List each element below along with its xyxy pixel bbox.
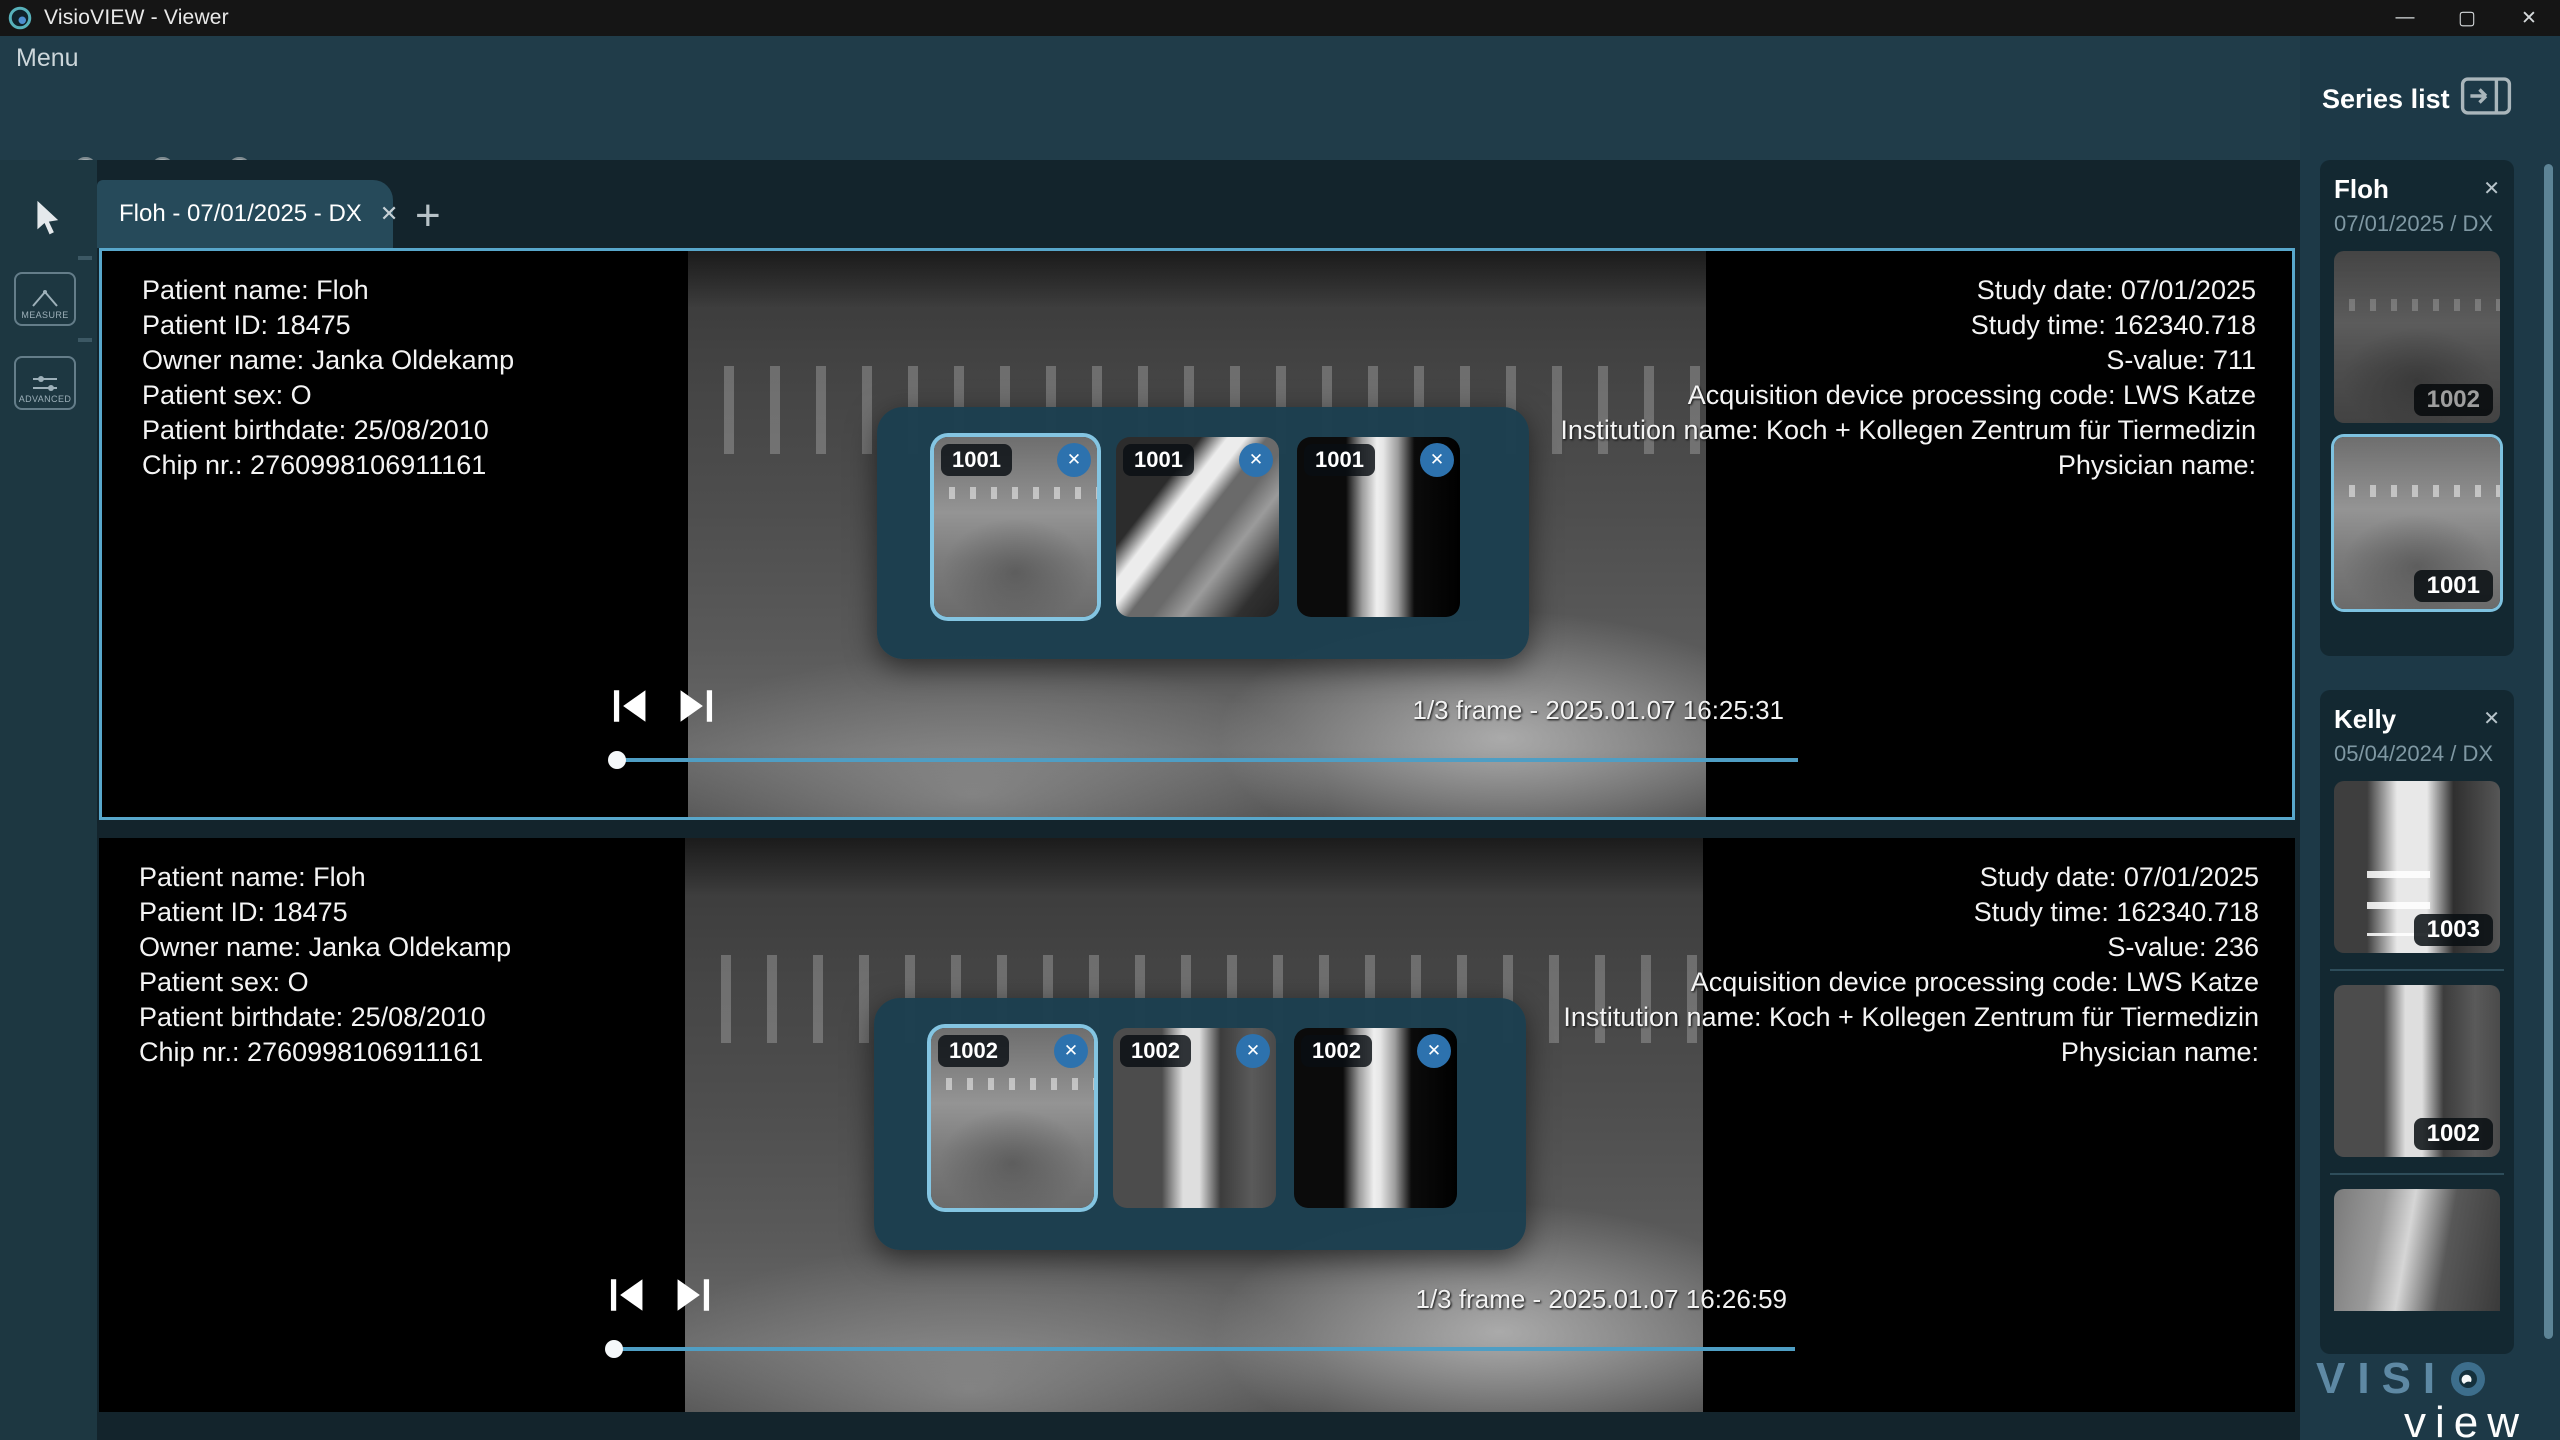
frame-slider-handle[interactable]	[605, 1340, 623, 1358]
measure-icon	[30, 288, 60, 310]
advanced-icon	[30, 372, 60, 394]
thumbnail-badge: 1002	[1120, 1035, 1191, 1067]
previous-frame-button[interactable]	[607, 1276, 649, 1314]
series-divider	[2330, 969, 2504, 971]
maximize-button[interactable]: ▢	[2436, 0, 2498, 36]
visioview-logo-icon	[8, 6, 32, 30]
thumbnail-close-button[interactable]: ✕	[1420, 443, 1454, 477]
thumbnail-close-button[interactable]: ✕	[1417, 1034, 1451, 1068]
series-thumbnail[interactable]: 1002	[2334, 251, 2500, 423]
tab-label: Floh - 07/01/2025 - DX	[119, 200, 362, 228]
measure-tools-button[interactable]: MEASURE	[14, 272, 76, 326]
viewer-area: Floh - 07/01/2025 - DX ✕ + Patient name:…	[97, 160, 2300, 1440]
next-frame-button[interactable]	[671, 1276, 713, 1314]
series-group-meta: 05/04/2024 / DX	[2334, 741, 2500, 767]
advanced-label: ADVANCED	[19, 394, 72, 404]
cursor-tool-icon[interactable]	[28, 198, 64, 238]
thumbnail-badge: 1002	[938, 1035, 1009, 1067]
window-title: VisioVIEW - Viewer	[44, 6, 229, 30]
tab-study-floh[interactable]: Floh - 07/01/2025 - DX ✕	[97, 180, 393, 248]
popup-thumbnail[interactable]: 1002 ✕	[931, 1028, 1094, 1208]
viewport-2[interactable]: Patient name: Floh Patient ID: 18475 Own…	[99, 838, 2295, 1412]
thumbnail-close-button[interactable]: ✕	[1057, 443, 1091, 477]
thumbnail-badge: 1001	[1304, 444, 1375, 476]
series-thumbnail[interactable]: 1003	[2334, 781, 2500, 953]
measure-label: MEASURE	[21, 310, 68, 320]
advanced-tools-button[interactable]: ADVANCED	[14, 356, 76, 410]
frame-playback-controls	[610, 687, 716, 725]
frame-slider-handle[interactable]	[608, 751, 626, 769]
popup-thumbnail[interactable]: 1001 ✕	[934, 437, 1097, 617]
popup-thumbnail[interactable]: 1001 ✕	[1297, 437, 1460, 617]
series-group-floh: Floh ✕ 07/01/2025 / DX 1002 1001	[2320, 160, 2514, 656]
patient-info-overlay: Patient name: Floh Patient ID: 18475 Own…	[142, 273, 514, 483]
series-thumbnail-selected[interactable]: 1001	[2334, 437, 2500, 609]
toolbar: 1:1 ↺ LIST	[0, 80, 2560, 160]
patient-info-overlay: Patient name: Floh Patient ID: 18475 Own…	[139, 860, 511, 1070]
series-thumbnail[interactable]: 1002	[2334, 985, 2500, 1157]
brand-visio-text: VISI	[2316, 1354, 2447, 1404]
thumbnail-close-button[interactable]: ✕	[1054, 1034, 1088, 1068]
series-group-kelly: Kelly ✕ 05/04/2024 / DX 1003 1002	[2320, 690, 2514, 1354]
visioview-brand: VISI view	[2316, 1354, 2546, 1440]
menu-button[interactable]: Menu	[16, 44, 79, 73]
previous-frame-button[interactable]	[610, 687, 652, 725]
minimize-button[interactable]: —	[2374, 0, 2436, 36]
frame-slider-track[interactable]	[607, 1347, 1795, 1351]
brand-view-text: view	[2404, 1398, 2546, 1440]
series-group-close-button[interactable]: ✕	[2483, 176, 2500, 201]
collapse-panel-button[interactable]	[2460, 76, 2512, 116]
series-list-scrollbar[interactable]	[2544, 164, 2553, 1339]
frame-info-text: 1/3 frame - 2025.01.07 16:26:59	[1416, 1284, 1788, 1315]
thumbnail-badge: 1002	[1301, 1035, 1372, 1067]
thumbnail-badge: 1001	[1123, 444, 1194, 476]
thumbnail-close-button[interactable]: ✕	[1236, 1034, 1270, 1068]
eye-logo-icon	[2449, 1360, 2487, 1398]
app-window: VisioVIEW - Viewer — ▢ ✕ Menu	[0, 0, 2560, 1440]
series-thumbnail-popup: 1002 ✕ 1002 ✕ 1002 ✕	[874, 998, 1526, 1250]
rail-divider	[78, 256, 92, 260]
next-frame-button[interactable]	[674, 687, 716, 725]
rail-divider	[78, 338, 92, 342]
left-tool-rail: MEASURE ADVANCED	[0, 160, 97, 1440]
frame-slider[interactable]	[610, 751, 1798, 769]
title-bar: VisioVIEW - Viewer — ▢ ✕	[0, 0, 2560, 36]
frame-playback-controls	[607, 1276, 713, 1314]
series-thumbnail-badge: 1002	[2414, 1118, 2493, 1150]
frame-slider-track[interactable]	[610, 758, 1798, 762]
series-group-name: Kelly	[2334, 704, 2396, 735]
popup-thumbnail[interactable]: 1002 ✕	[1113, 1028, 1276, 1208]
viewport-1[interactable]: Patient name: Floh Patient ID: 18475 Own…	[99, 248, 2295, 820]
menu-bar: Menu	[0, 36, 2560, 80]
series-thumbnail[interactable]	[2334, 1189, 2500, 1311]
study-info-overlay: Study date: 07/01/2025 Study time: 16234…	[1560, 273, 2256, 483]
popup-thumbnail[interactable]: 1002 ✕	[1294, 1028, 1457, 1208]
frame-info-text: 1/3 frame - 2025.01.07 16:25:31	[1413, 695, 1785, 726]
thumbnail-badge: 1001	[941, 444, 1012, 476]
series-list-title: Series list	[2322, 84, 2450, 115]
study-info-overlay: Study date: 07/01/2025 Study time: 16234…	[1563, 860, 2259, 1070]
series-group-name: Floh	[2334, 174, 2389, 205]
popup-thumbnail[interactable]: 1001 ✕	[1116, 437, 1279, 617]
series-thumbnail-badge: 1003	[2414, 914, 2493, 946]
series-thumbnail-popup: 1001 ✕ 1001 ✕ 1001 ✕	[877, 407, 1529, 659]
add-tab-button[interactable]: +	[415, 194, 441, 238]
thumbnail-close-button[interactable]: ✕	[1239, 443, 1273, 477]
close-window-button[interactable]: ✕	[2498, 0, 2560, 36]
series-thumbnail-badge: 1001	[2414, 570, 2493, 602]
series-divider	[2330, 1173, 2504, 1175]
tab-bar: Floh - 07/01/2025 - DX ✕ +	[97, 160, 2300, 248]
series-thumbnail-badge: 1002	[2414, 384, 2493, 416]
series-group-close-button[interactable]: ✕	[2483, 706, 2500, 731]
window-controls: — ▢ ✕	[2374, 0, 2560, 36]
series-group-meta: 07/01/2025 / DX	[2334, 211, 2500, 237]
tab-close-icon[interactable]: ✕	[380, 201, 398, 227]
frame-slider[interactable]	[607, 1340, 1795, 1358]
series-list-panel: Series list Floh ✕ 07/01/2025 / DX 1002 …	[2300, 36, 2560, 1440]
